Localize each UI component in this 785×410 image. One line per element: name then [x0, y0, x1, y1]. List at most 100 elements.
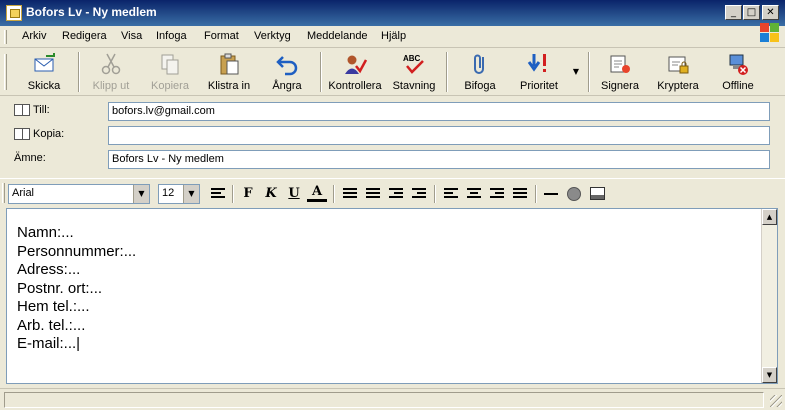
vertical-scrollbar[interactable]: ▲ ▼ — [761, 209, 777, 383]
to-field[interactable]: bofors.lv@gmail.com — [108, 102, 770, 121]
status-panel — [4, 392, 764, 408]
spelling-button[interactable]: ABC Stavning — [390, 50, 438, 94]
offline-label: Offline — [722, 80, 754, 92]
align-left-icon — [444, 188, 458, 200]
message-headers: Till: bofors.lv@gmail.com Kopia: Ämne: B… — [0, 96, 785, 176]
horizontal-line-icon — [544, 193, 558, 195]
body-line-address: Adress:... — [17, 261, 81, 278]
close-button[interactable]: ✕ — [762, 5, 779, 20]
align-right-button[interactable] — [487, 184, 507, 204]
clipboard-icon — [217, 52, 241, 76]
chevron-down-icon[interactable]: ▼ — [133, 185, 149, 203]
font-family-value: Arial — [12, 187, 35, 199]
insert-link-button[interactable] — [564, 184, 584, 204]
body-line-name: Namn:... — [17, 224, 74, 241]
increase-indent-icon — [412, 188, 426, 200]
bullet-list-button[interactable] — [363, 184, 383, 204]
insert-picture-button[interactable] — [587, 184, 607, 204]
cut-button[interactable]: Klipp ut — [86, 50, 136, 94]
undo-label: Ångra — [272, 80, 302, 92]
check-names-label: Kontrollera — [328, 80, 382, 92]
undo-button[interactable]: Ångra — [262, 50, 312, 94]
copy-button[interactable]: Kopiera — [144, 50, 196, 94]
to-label-group[interactable]: Till: — [14, 104, 50, 116]
encrypt-label: Kryptera — [657, 80, 699, 92]
numbered-list-button[interactable] — [340, 184, 360, 204]
format-separator — [434, 185, 436, 203]
svg-text:ABC: ABC — [403, 54, 421, 63]
status-bar — [0, 388, 785, 410]
subject-field[interactable]: Bofors Lv - Ny medlem — [108, 150, 770, 169]
align-left-button[interactable] — [441, 184, 461, 204]
resize-grip-icon[interactable] — [770, 395, 782, 407]
font-color-button[interactable]: A — [307, 184, 327, 202]
menu-visa[interactable]: Visa — [121, 30, 142, 42]
increase-indent-button[interactable] — [409, 184, 429, 204]
cc-label: Kopia: — [33, 128, 65, 140]
horizontal-line-button[interactable] — [541, 184, 561, 204]
underline-button[interactable]: U — [284, 184, 304, 204]
body-line-postal-code: Postnr. ort:... — [17, 279, 103, 297]
sign-button[interactable]: Signera — [596, 50, 644, 94]
minimize-button[interactable]: _ — [725, 5, 742, 20]
font-size-select[interactable]: 12 ▼ — [158, 184, 200, 204]
window-title: Bofors Lv - Ny medlem — [26, 5, 157, 19]
message-body[interactable]: Namn:... Personnummer:... Adress:... Pos… — [6, 208, 778, 384]
undo-icon — [275, 52, 299, 76]
format-grip — [2, 183, 5, 203]
chevron-down-icon[interactable]: ▼ — [183, 185, 199, 203]
italic-button[interactable]: K — [261, 184, 281, 204]
decrease-indent-button[interactable] — [386, 184, 406, 204]
menu-verktyg[interactable]: Verktyg — [254, 30, 291, 42]
address-book-icon — [14, 104, 30, 116]
priority-button[interactable]: Prioritet — [512, 50, 566, 94]
offline-button[interactable]: Offline — [714, 50, 762, 94]
message-body-text[interactable]: Namn:... Personnummer:... Adress:... Pos… — [17, 224, 136, 354]
encrypt-button[interactable]: Kryptera — [652, 50, 704, 94]
paste-button[interactable]: Klistra in — [202, 50, 256, 94]
priority-dropdown-icon[interactable]: ▼ — [566, 62, 586, 82]
menu-infoga[interactable]: Infoga — [156, 30, 187, 42]
scroll-up-icon[interactable]: ▲ — [762, 209, 777, 225]
send-label: Skicka — [27, 80, 61, 92]
format-separator — [333, 185, 335, 203]
justify-button[interactable] — [510, 184, 530, 204]
maximize-button[interactable]: □ — [743, 5, 760, 20]
send-icon — [32, 52, 56, 76]
bold-button[interactable]: F — [238, 184, 258, 204]
sign-certificate-icon — [608, 52, 632, 76]
format-separator — [535, 185, 537, 203]
scroll-down-icon[interactable]: ▼ — [762, 367, 777, 383]
check-names-button[interactable]: Kontrollera — [326, 50, 384, 94]
justify-icon — [513, 188, 527, 200]
cc-field[interactable] — [108, 126, 770, 145]
body-line-work-phone: Arb. tel.:... — [17, 316, 86, 334]
paragraph-style-icon — [211, 188, 225, 200]
menu-hjalp[interactable]: Hjälp — [381, 30, 406, 42]
encrypt-lock-icon — [666, 52, 690, 76]
cc-label-group[interactable]: Kopia: — [14, 128, 64, 140]
sign-label: Signera — [601, 80, 639, 92]
toolbar-separator — [446, 52, 448, 92]
title-bar[interactable]: Bofors Lv - Ny medlem _ □ ✕ — [0, 0, 785, 26]
bullet-list-icon — [366, 188, 380, 200]
menu-format[interactable]: Format — [204, 30, 239, 42]
to-label: Till: — [33, 104, 50, 116]
menu-redigera[interactable]: Redigera — [62, 30, 107, 42]
menu-bar: Arkiv Redigera Visa Infoga Format Verkty… — [0, 26, 785, 48]
toolbar-separator — [588, 52, 590, 92]
align-center-button[interactable] — [464, 184, 484, 204]
send-button[interactable]: Skicka — [16, 50, 72, 94]
menu-meddelande[interactable]: Meddelande — [307, 30, 368, 42]
paperclip-icon — [468, 52, 492, 76]
format-separator — [232, 185, 234, 203]
globe-link-icon — [567, 187, 581, 201]
copy-label: Kopiera — [151, 80, 189, 92]
attach-button[interactable]: Bifoga — [456, 50, 504, 94]
menu-arkiv[interactable]: Arkiv — [22, 30, 46, 42]
toolbar-grip — [4, 54, 7, 90]
menu-grip — [4, 30, 7, 44]
font-family-select[interactable]: Arial ▼ — [8, 184, 150, 204]
subject-label: Ämne: — [14, 152, 46, 164]
paragraph-style-button[interactable] — [208, 184, 228, 204]
